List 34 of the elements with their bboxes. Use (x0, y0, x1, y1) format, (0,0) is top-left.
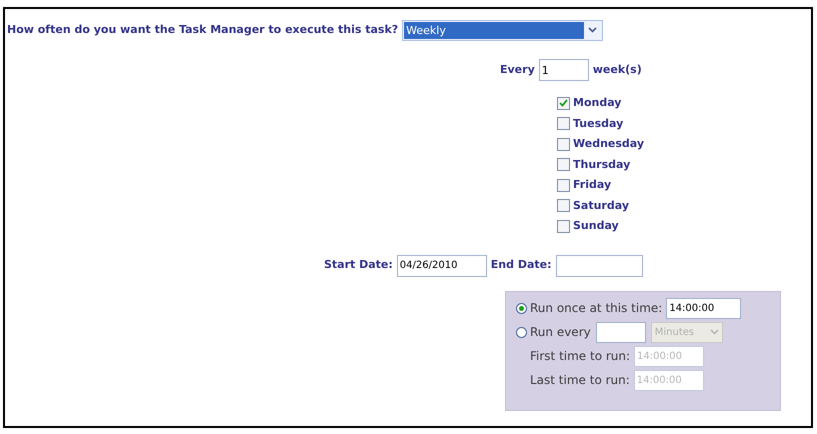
interval-field[interactable] (596, 322, 646, 342)
chevron-icon (710, 329, 719, 335)
day-label: Saturday (573, 198, 629, 214)
frequency-question: How often do you want the Task Manager to execute this task? (7, 22, 398, 38)
day-label: Thursday (573, 156, 630, 172)
check-icon (559, 99, 568, 108)
day-checkbox[interactable] (557, 199, 570, 212)
frequency-select[interactable]: Weekly (402, 20, 604, 40)
day-checkbox[interactable] (557, 220, 570, 233)
day-label: Wednesday (573, 136, 644, 152)
day-label: Monday (573, 95, 622, 111)
day-label: Tuesday (573, 116, 624, 132)
day-checkbox[interactable] (557, 96, 570, 110)
day-label: Friday (573, 177, 612, 193)
option-label: Run every (530, 324, 591, 341)
day-checkbox[interactable] (557, 178, 570, 192)
start-date-label: Start Date: (324, 257, 393, 274)
radio-button[interactable] (516, 302, 527, 314)
every-label: Every (500, 62, 535, 78)
time-label: First time to run: (530, 348, 630, 365)
weeks-label: week(s) (592, 62, 642, 78)
day-checkbox[interactable] (557, 138, 570, 151)
time-label: Last time to run: (530, 372, 630, 389)
chevron-icon (588, 27, 598, 33)
start-date-field[interactable]: 04/26/2010 (396, 254, 487, 276)
end-date-field[interactable] (556, 254, 643, 276)
end-date-label: End Date: (490, 257, 552, 274)
day-label: Sunday (573, 218, 619, 234)
day-checkbox[interactable] (557, 158, 570, 172)
day-checkbox[interactable] (557, 117, 570, 130)
option-label: Run once at this time: (530, 300, 662, 317)
radio-button[interactable] (516, 326, 527, 338)
week-count-field[interactable]: 1 (538, 59, 589, 81)
time-field[interactable]: 14:00:00 (666, 298, 742, 318)
